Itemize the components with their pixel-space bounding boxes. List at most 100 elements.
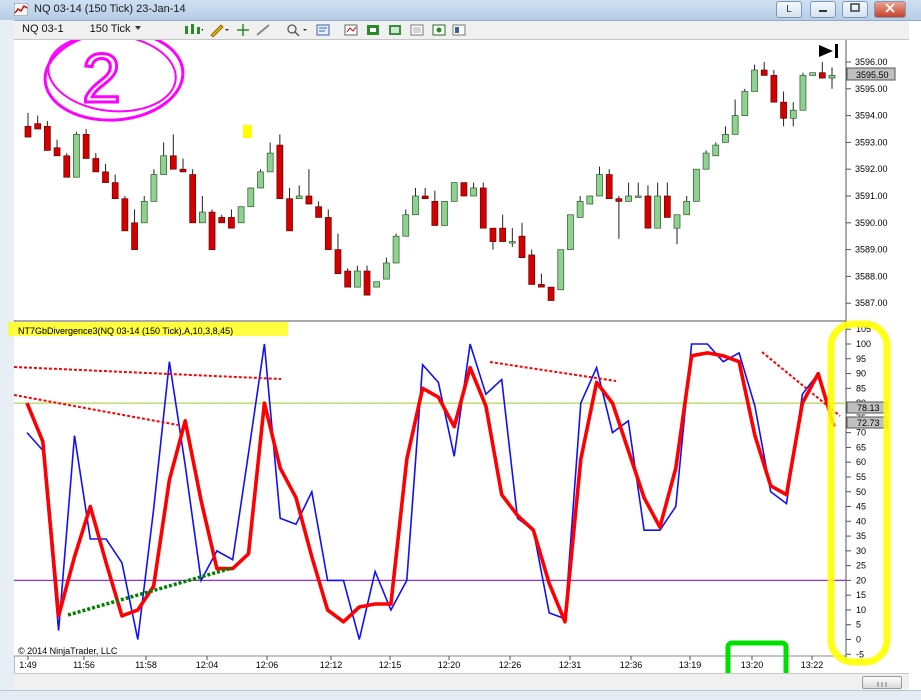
candle (528, 249, 536, 285)
crosshair-button[interactable] (234, 22, 252, 38)
candle-body (673, 214, 681, 229)
scrollbar-thumb[interactable] (862, 676, 902, 689)
period-label: 150 Tick (89, 23, 131, 35)
osc-tick-label: 5 (856, 620, 861, 630)
candle (441, 201, 448, 226)
candle-body (567, 214, 574, 250)
order-display-button[interactable] (450, 22, 468, 38)
candle-body (295, 195, 303, 200)
zoom-icon (287, 24, 307, 37)
candle-body (634, 195, 642, 198)
candle-body (528, 254, 536, 285)
osc-tick-label: 45 (856, 502, 866, 512)
candle (121, 196, 129, 232)
candle-body (140, 201, 148, 224)
indicators-icon (344, 24, 358, 36)
candlestick-icon (185, 24, 203, 34)
minimize-button[interactable] (810, 1, 836, 18)
candle-body (92, 158, 100, 173)
candle-body (53, 147, 61, 157)
candle-body (625, 195, 632, 202)
candle-body (111, 182, 119, 200)
chart-trader-button[interactable] (430, 22, 448, 38)
candle-body (392, 235, 400, 264)
price-tick-label: 3595.00 (855, 84, 888, 94)
candle-body (228, 217, 235, 229)
pencil-icon (210, 24, 229, 37)
candle-body (693, 168, 700, 202)
price-tick-label: 3587.00 (855, 298, 888, 308)
ruler-button[interactable] (254, 22, 272, 38)
candle-body (770, 75, 778, 103)
candle-body (131, 222, 138, 250)
candle-body (218, 217, 226, 224)
link-button[interactable]: L (776, 1, 802, 18)
candle-body (499, 227, 507, 242)
candle-body (712, 144, 720, 157)
close-button[interactable] (874, 1, 906, 18)
instrument-selector[interactable]: NQ 03-1 150 Tick (22, 23, 142, 35)
candle (557, 249, 565, 291)
osc-tick-label: 0 (856, 635, 861, 645)
candle-body (334, 249, 342, 275)
candle-body (383, 262, 390, 280)
candle-body (286, 198, 293, 232)
price-chart[interactable]: 3596.00 3595.00 3594.00 3593.00 3592.00 3591.… (0, 40, 921, 673)
candle (702, 150, 710, 170)
zoom-button[interactable] (284, 22, 310, 38)
yellow-highlight-mark (243, 125, 252, 138)
data-box-button[interactable] (408, 22, 426, 38)
maximize-button[interactable] (842, 1, 868, 18)
window-title-bar: NQ 03-14 (150 Tick) 23-Jan-14 L (0, 0, 921, 21)
oscillator-axis: 1051009590858075706560555045403530252015… (846, 324, 871, 659)
candle-body (276, 144, 284, 200)
osc-tick-label: 95 (856, 354, 866, 364)
candle-body (596, 174, 603, 197)
horizontal-scrollbar[interactable] (14, 673, 909, 690)
time-tick-label: 12:26 (499, 660, 522, 670)
chart-trader-icon (432, 24, 446, 36)
templates-button[interactable] (386, 22, 404, 38)
indicators-button[interactable] (342, 22, 360, 38)
candle-body (344, 270, 352, 288)
chevron-down-icon (134, 26, 141, 30)
candle-body (73, 134, 80, 178)
candle (809, 72, 816, 76)
candle-body (421, 195, 429, 200)
candle-body (402, 214, 410, 237)
crosshair-icon (237, 24, 249, 36)
candle-body (479, 187, 487, 229)
time-tick-label: 13:22 (801, 660, 824, 670)
candle (741, 88, 749, 116)
time-tick-label: 12:31 (559, 660, 582, 670)
drawing-tool-button[interactable] (208, 22, 230, 38)
osc-tick-label: 70 (856, 428, 866, 438)
candle-body (644, 195, 652, 229)
osc-tick-label: 20 (856, 575, 866, 585)
candle-body (412, 195, 419, 216)
candle-body (208, 211, 216, 250)
candle-body (605, 174, 613, 200)
candle-body (247, 187, 255, 208)
candle (73, 131, 80, 178)
chart-toolbar (14, 21, 909, 40)
candle-body (24, 125, 32, 138)
candle-body (160, 155, 167, 175)
price-tick-label: 3589.00 (855, 245, 888, 255)
osc-tick-label: 35 (856, 531, 866, 541)
close-icon (885, 3, 895, 13)
candle (450, 182, 458, 202)
bar-type-button[interactable] (182, 22, 204, 38)
price-marker: 3595.50 (846, 67, 896, 81)
candle-body (315, 206, 322, 218)
osc-tick-label: 10 (856, 605, 866, 615)
strategies-button[interactable] (364, 22, 382, 38)
candle-body (121, 198, 129, 232)
candle-body (508, 241, 516, 244)
candle (799, 72, 807, 111)
candle-body (518, 235, 526, 258)
time-tick-label: 11:56 (73, 660, 95, 670)
time-tick-label: 1:49 (19, 660, 37, 670)
osc-tick-label: 50 (856, 487, 866, 497)
properties-button[interactable] (314, 22, 332, 38)
